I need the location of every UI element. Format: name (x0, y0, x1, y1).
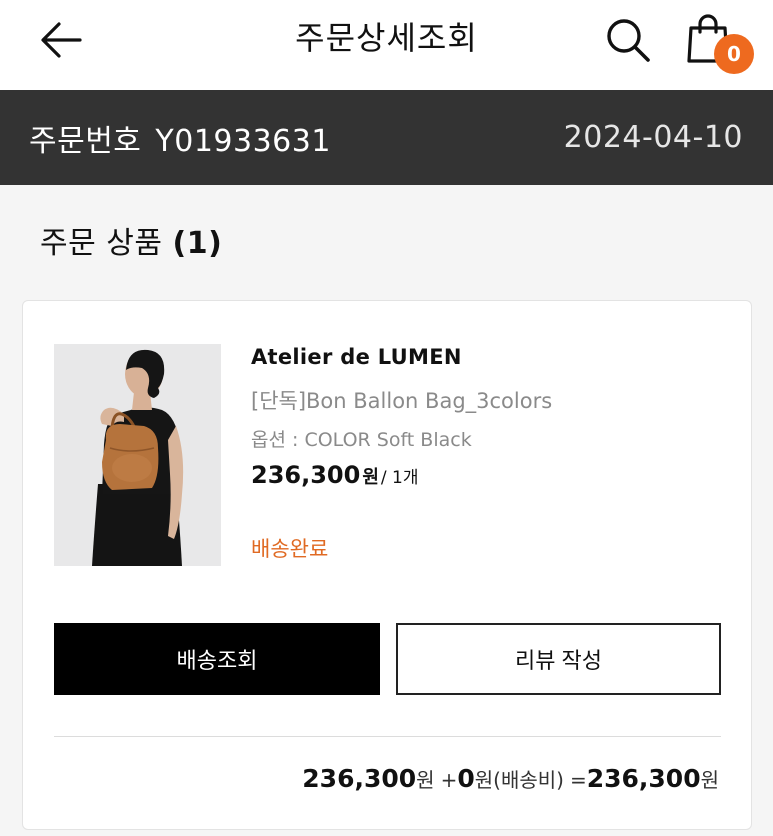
summary-plus: + (440, 768, 458, 792)
order-date: 2024-04-10 (563, 120, 743, 155)
top-app-bar: 주문상세조회 0 (0, 0, 773, 90)
order-number: 주문번호 Y01933631 (29, 116, 331, 160)
summary-equals: = (569, 768, 587, 792)
track-delivery-button[interactable]: 배송조회 (54, 623, 380, 695)
order-number-label: 주문번호 (29, 123, 142, 159)
cart-count-badge: 0 (714, 34, 754, 74)
product-photo (54, 344, 221, 566)
summary-grand-total: 236,300 (586, 764, 701, 793)
divider (54, 736, 721, 737)
search-icon (607, 19, 650, 62)
order-item-card: Atelier de LUMEN [단독]Bon Ballon Bag_3col… (22, 300, 752, 830)
write-review-button[interactable]: 리뷰 작성 (396, 623, 721, 695)
product-name[interactable]: [단독]Bon Ballon Bag_3colors (251, 385, 552, 415)
summary-product-total: 236,300 (302, 764, 417, 793)
section-item-count: (1) (172, 226, 223, 261)
order-info-bar: 주문번호 Y01933631 2024-04-10 (0, 90, 773, 185)
section-title-text: 주문 상품 (40, 226, 163, 261)
summary-shipping-note: (배송비) (493, 768, 564, 792)
order-number-value: Y01933631 (155, 123, 331, 159)
section-title: 주문 상품 (1) (40, 222, 222, 266)
product-price: 236,300 (251, 461, 361, 489)
product-price-line: 236,300 원 / 1개 (251, 461, 418, 489)
order-total-summary: 236,300 원 + 0 원 (배송비) = 236,300 원 (302, 764, 719, 793)
summary-unit-3: 원 (700, 768, 719, 792)
summary-unit-2: 원 (474, 768, 494, 792)
page-title: 주문상세조회 (295, 19, 478, 57)
summary-unit-1: 원 (416, 768, 435, 792)
search-button[interactable] (602, 16, 654, 64)
product-quantity: / 1개 (380, 468, 419, 488)
summary-shipping-fee: 0 (457, 764, 475, 793)
cart-button[interactable]: 0 (684, 12, 760, 74)
delivery-status: 배송완료 (251, 537, 329, 561)
product-price-unit: 원 (362, 467, 379, 488)
product-brand[interactable]: Atelier de LUMEN (251, 345, 462, 369)
product-option: 옵션 : COLOR Soft Black (251, 429, 472, 451)
product-image[interactable] (54, 344, 221, 566)
